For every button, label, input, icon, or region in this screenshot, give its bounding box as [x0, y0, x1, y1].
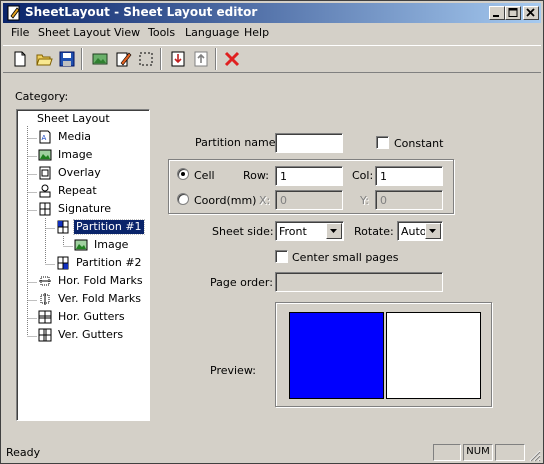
- menu-language[interactable]: Language: [185, 26, 239, 39]
- image-icon: [38, 149, 52, 161]
- maximize-button[interactable]: [505, 6, 521, 20]
- open-folder-icon[interactable]: [35, 50, 53, 68]
- app-window: SheetLayout - Sheet Layout editor File S…: [0, 0, 544, 464]
- menu-file[interactable]: File: [11, 26, 29, 39]
- cell-radio[interactable]: [177, 168, 189, 180]
- rotate-select[interactable]: Auto: [397, 221, 443, 241]
- repeat-icon: [39, 184, 51, 198]
- preview-panel: [275, 302, 492, 407]
- tree-item-label: Ver. Fold Marks: [58, 292, 141, 305]
- tree-item-label: Image: [94, 238, 129, 251]
- rotate-label: Rotate:: [354, 225, 394, 238]
- tree-item-label: Partition #2: [76, 256, 142, 269]
- import-icon[interactable]: [169, 50, 187, 68]
- signature-icon: [39, 202, 51, 216]
- menu-tools[interactable]: Tools: [148, 26, 175, 39]
- select-rect-icon[interactable]: [137, 50, 155, 68]
- close-button[interactable]: [523, 6, 539, 20]
- col-input[interactable]: 1: [375, 166, 443, 186]
- page-order-input[interactable]: [275, 272, 443, 292]
- sheet-side-value: Front: [279, 225, 307, 238]
- partition-icon: [57, 220, 69, 234]
- y-input[interactable]: 0: [375, 190, 443, 210]
- overlay-icon: [39, 166, 51, 180]
- menu-bar: File Sheet Layout View Tools Language He…: [3, 24, 541, 43]
- status-text: Ready: [6, 446, 41, 459]
- preview-label: Preview:: [210, 364, 256, 377]
- partition-name-input[interactable]: [275, 133, 343, 153]
- status-pane-caps: [433, 444, 461, 461]
- media-icon: A: [39, 130, 51, 144]
- sheet-side-label: Sheet side:: [212, 225, 274, 238]
- svg-text:A: A: [42, 134, 47, 142]
- menu-view[interactable]: View: [114, 26, 140, 39]
- row-input[interactable]: 1: [275, 166, 343, 186]
- x-label: X:: [259, 194, 271, 207]
- tree-item-label: Overlay: [58, 166, 101, 179]
- tree-item-label: Repeat: [58, 184, 97, 197]
- new-document-icon[interactable]: [11, 50, 29, 68]
- tree-item-label: Media: [58, 130, 92, 143]
- save-icon[interactable]: [58, 50, 76, 68]
- category-tree[interactable]: Sheet Layout A Media Image Overlay Repea…: [16, 109, 150, 421]
- x-input[interactable]: 0: [275, 190, 343, 210]
- minimize-button[interactable]: [489, 6, 505, 20]
- tree-item-label: Ver. Gutters: [58, 328, 124, 341]
- preview-page-right: [386, 312, 481, 399]
- y-label: Y:: [360, 194, 369, 207]
- chevron-down-icon[interactable]: [326, 223, 342, 239]
- constant-checkbox[interactable]: [376, 136, 389, 149]
- hor-fold-marks-icon: [39, 276, 51, 286]
- delete-icon[interactable]: [223, 50, 241, 68]
- tree-item-label: Sheet Layout: [37, 112, 110, 125]
- coord-radio[interactable]: [177, 193, 189, 205]
- edit-icon[interactable]: [114, 50, 132, 68]
- hor-gutters-icon: [38, 310, 52, 324]
- image-icon[interactable]: [91, 50, 109, 68]
- toolbar: [3, 45, 541, 73]
- status-pane-num: NUM: [463, 444, 493, 461]
- tree-item-label: Signature: [58, 202, 112, 215]
- rotate-value: Auto: [401, 225, 427, 238]
- title-bar[interactable]: SheetLayout - Sheet Layout editor: [3, 3, 541, 23]
- tree-item-label: Hor. Gutters: [58, 310, 125, 323]
- export-icon[interactable]: [192, 50, 210, 68]
- col-label: Col:: [352, 169, 374, 182]
- coord-label: Coord(mm): [194, 194, 257, 207]
- ver-fold-marks-icon: [40, 293, 50, 305]
- status-bar: Ready NUM: [3, 443, 541, 462]
- window-title: SheetLayout - Sheet Layout editor: [25, 5, 258, 19]
- constant-label: Constant: [394, 137, 444, 150]
- partition-icon: [57, 256, 69, 270]
- center-small-pages-label: Center small pages: [292, 251, 399, 264]
- status-pane-scrl: [495, 444, 525, 461]
- tree-item-label: Image: [58, 148, 93, 161]
- category-label: Category:: [15, 90, 69, 103]
- partition-name-label: Partition name:: [195, 136, 280, 149]
- tree-item-label: Partition #1: [73, 219, 145, 235]
- menu-help[interactable]: Help: [244, 26, 269, 39]
- row-label: Row:: [243, 169, 269, 182]
- app-icon: [7, 5, 20, 21]
- preview-page-left: [289, 312, 384, 399]
- center-small-pages-checkbox[interactable]: [275, 250, 288, 263]
- image-icon: [74, 239, 88, 251]
- chevron-down-icon[interactable]: [425, 223, 441, 239]
- tree-item-label: Hor. Fold Marks: [58, 274, 143, 287]
- page-order-label: Page order:: [210, 276, 273, 289]
- cell-label: Cell: [194, 169, 215, 182]
- ver-gutters-icon: [38, 328, 52, 342]
- resize-grip-icon[interactable]: [529, 450, 541, 462]
- sheet-side-select[interactable]: Front: [275, 221, 344, 241]
- menu-sheet-layout[interactable]: Sheet Layout: [38, 26, 111, 39]
